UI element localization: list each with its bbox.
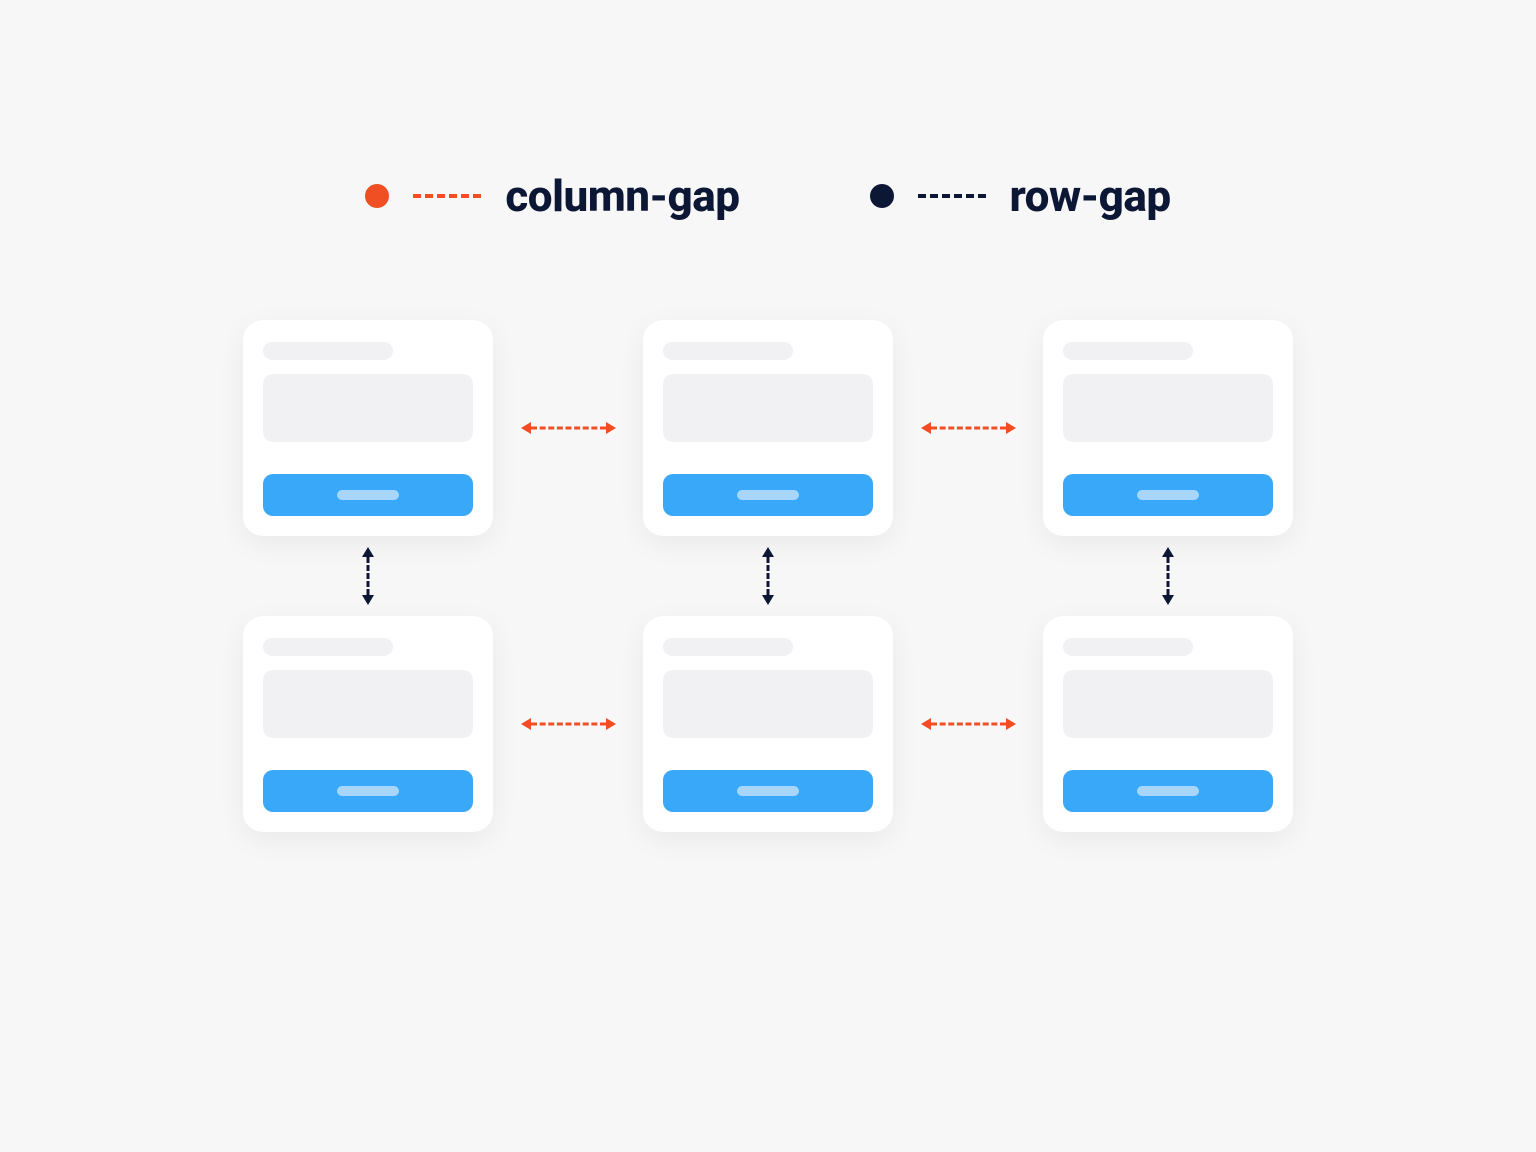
- arrow-up-icon: [362, 547, 374, 557]
- dashed-line-icon: [531, 427, 606, 430]
- dot-icon: [870, 184, 894, 208]
- placeholder-title: [263, 638, 393, 656]
- placeholder-button: [663, 770, 873, 812]
- column-gap-arrow-icon: [921, 718, 1016, 730]
- placeholder-button-label: [737, 490, 799, 500]
- placeholder-button-label: [1137, 786, 1199, 796]
- diagram-stage: [243, 320, 1293, 832]
- legend-item-column-gap: column-gap: [365, 170, 739, 222]
- dashed-line-icon: [531, 723, 606, 726]
- dot-icon: [365, 184, 389, 208]
- arrow-left-icon: [521, 718, 531, 730]
- arrow-right-icon: [606, 718, 616, 730]
- arrow-left-icon: [521, 422, 531, 434]
- card: [243, 320, 493, 536]
- arrow-right-icon: [606, 422, 616, 434]
- placeholder-button: [663, 474, 873, 516]
- placeholder-body: [263, 670, 473, 738]
- row-gap-arrow-icon: [362, 547, 374, 605]
- arrow-down-icon: [762, 595, 774, 605]
- arrow-right-icon: [1006, 718, 1016, 730]
- dashed-line-icon: [367, 557, 370, 595]
- dashed-line-icon: [931, 723, 1006, 726]
- column-gap-arrow-icon: [521, 422, 616, 434]
- arrow-left-icon: [921, 718, 931, 730]
- card: [1043, 616, 1293, 832]
- card: [1043, 320, 1293, 536]
- placeholder-body: [263, 374, 473, 442]
- card: [643, 320, 893, 536]
- legend: column-gap row-gap: [0, 170, 1536, 222]
- row-gap-arrow-icon: [1162, 547, 1174, 605]
- card: [643, 616, 893, 832]
- dashed-line-icon: [931, 427, 1006, 430]
- placeholder-body: [663, 670, 873, 738]
- dashed-line-icon: [767, 557, 770, 595]
- placeholder-button-label: [1137, 490, 1199, 500]
- legend-label: row-gap: [1010, 170, 1171, 222]
- column-gap-arrow-icon: [521, 718, 616, 730]
- dashed-line-icon: [918, 194, 986, 198]
- placeholder-title: [663, 638, 793, 656]
- placeholder-button: [1063, 770, 1273, 812]
- placeholder-button: [263, 474, 473, 516]
- arrow-down-icon: [362, 595, 374, 605]
- arrow-up-icon: [762, 547, 774, 557]
- placeholder-button-label: [337, 786, 399, 796]
- placeholder-button: [1063, 474, 1273, 516]
- placeholder-body: [1063, 374, 1273, 442]
- placeholder-title: [263, 342, 393, 360]
- arrow-left-icon: [921, 422, 931, 434]
- placeholder-title: [1063, 638, 1193, 656]
- column-gap-arrow-icon: [921, 422, 1016, 434]
- dashed-line-icon: [413, 194, 481, 198]
- placeholder-button: [263, 770, 473, 812]
- legend-label: column-gap: [505, 170, 739, 222]
- arrow-up-icon: [1162, 547, 1174, 557]
- placeholder-button-label: [337, 490, 399, 500]
- legend-item-row-gap: row-gap: [870, 170, 1171, 222]
- placeholder-button-label: [737, 786, 799, 796]
- placeholder-title: [663, 342, 793, 360]
- dashed-line-icon: [1167, 557, 1170, 595]
- placeholder-body: [663, 374, 873, 442]
- row-gap-arrow-icon: [762, 547, 774, 605]
- arrow-right-icon: [1006, 422, 1016, 434]
- placeholder-title: [1063, 342, 1193, 360]
- arrow-down-icon: [1162, 595, 1174, 605]
- placeholder-body: [1063, 670, 1273, 738]
- card: [243, 616, 493, 832]
